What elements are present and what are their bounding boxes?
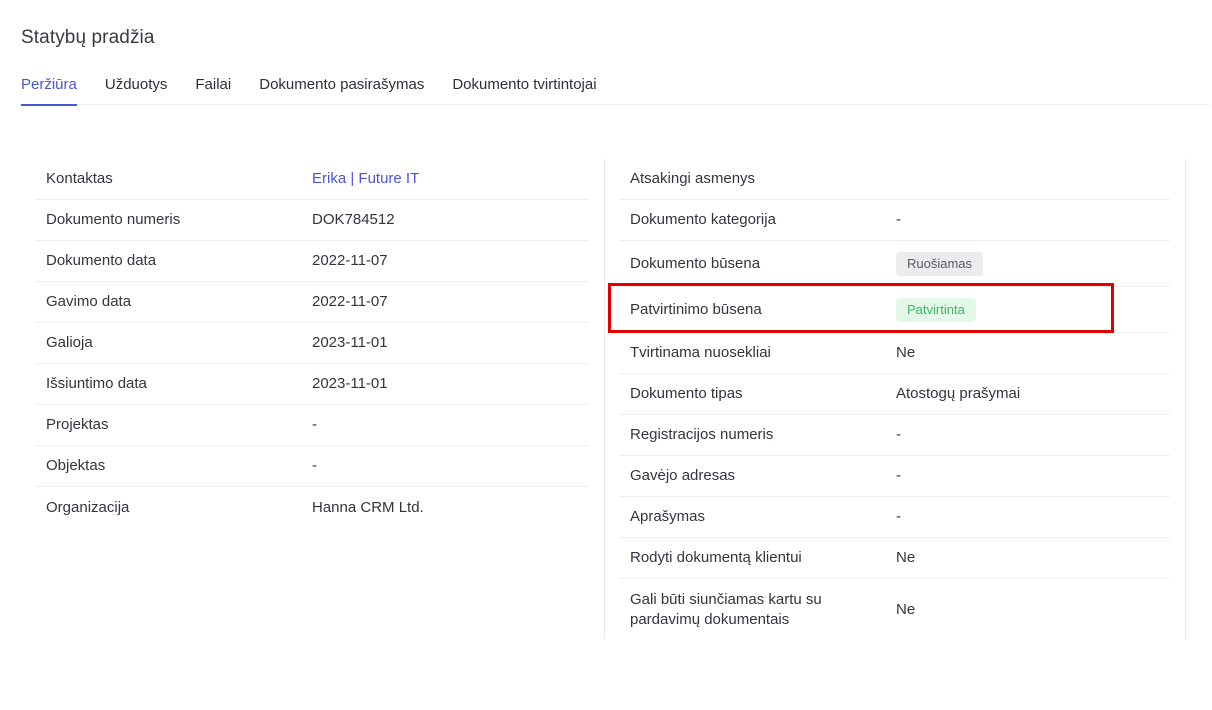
detail-label: Registracijos numeris	[630, 426, 774, 443]
detail-label: Kontaktas	[46, 170, 113, 187]
detail-row-dokumento-tipas: Dokumento tipas Atostogų prašymai	[620, 374, 1170, 415]
detail-label: Dokumento numeris	[46, 211, 181, 228]
tab-dokumento-pasirasymas[interactable]: Dokumento pasirašymas	[259, 75, 424, 105]
detail-label: Galioja	[46, 334, 93, 351]
page-title: Statybų pradžia	[21, 27, 155, 48]
detail-row-atsakingi-asmenys: Atsakingi asmenys	[620, 159, 1170, 200]
detail-label: Projektas	[46, 416, 109, 433]
detail-row-gali-buti-siunciamas: Gali būti siunčiamas kartu su pardavimų …	[620, 579, 1170, 640]
detail-row-dokumento-numeris: Dokumento numeris DOK784512	[36, 200, 588, 241]
detail-row-gavejo-adresas: Gavėjo adresas -	[620, 456, 1170, 497]
detail-label: Gali būti siunčiamas kartu su pardavimų …	[630, 590, 822, 628]
detail-label: Dokumento kategorija	[630, 211, 776, 228]
detail-value: -	[312, 416, 317, 433]
detail-label: Patvirtinimo būsena	[630, 300, 762, 318]
detail-value: Hanna CRM Ltd.	[312, 498, 424, 516]
details-left-panel: Kontaktas Erika | Future IT Dokumento nu…	[36, 159, 588, 528]
detail-row-registracijos-numeris: Registracijos numeris -	[620, 415, 1170, 456]
detail-label: Išsiuntimo data	[46, 375, 147, 392]
detail-label: Dokumento tipas	[630, 385, 743, 402]
detail-row-dokumento-kategorija: Dokumento kategorija -	[620, 200, 1170, 241]
detail-label: Rodyti dokumentą klientui	[630, 549, 802, 566]
detail-label: Gavimo data	[46, 293, 132, 310]
detail-label: Objektas	[46, 457, 106, 474]
detail-value: -	[896, 211, 901, 228]
detail-row-kontaktas: Kontaktas Erika | Future IT	[36, 159, 588, 200]
detail-label: Tvirtinama nuosekliai	[630, 344, 771, 361]
tab-perziura[interactable]: Peržiūra	[21, 75, 77, 106]
detail-value: Ne	[896, 344, 916, 361]
detail-row-rodyti-dokumenta-klientui: Rodyti dokumentą klientui Ne	[620, 538, 1170, 579]
detail-value: 2022-11-07	[312, 252, 388, 269]
detail-row-patvirtinimo-busena: Patvirtinimo būsena Patvirtinta	[620, 287, 1170, 333]
detail-row-tvirtinama-nuosekliai: Tvirtinama nuosekliai Ne	[620, 333, 1170, 374]
detail-row-issiuntimo-data: Išsiuntimo data 2023-11-01	[36, 364, 588, 405]
tab-failai[interactable]: Failai	[195, 75, 231, 105]
detail-value: -	[896, 467, 901, 484]
detail-row-organizacija: Organizacija Hanna CRM Ltd.	[36, 487, 588, 528]
detail-label: Gavėjo adresas	[630, 467, 736, 484]
approval-status-badge: Patvirtinta	[896, 297, 976, 322]
detail-row-objektas: Objektas -	[36, 446, 588, 487]
detail-row-gavimo-data: Gavimo data 2022-11-07	[36, 282, 588, 323]
detail-label: Aprašymas	[630, 508, 706, 525]
detail-value: -	[896, 426, 901, 443]
details-right-panel: Atsakingi asmenys Dokumento kategorija -…	[604, 159, 1186, 639]
tab-uzduotys[interactable]: Užduotys	[105, 75, 168, 105]
detail-row-aprasymas: Aprašymas -	[620, 497, 1170, 538]
detail-value: Ne	[896, 549, 916, 566]
detail-label: Atsakingi asmenys	[630, 170, 756, 187]
detail-value: 2023-11-01	[312, 334, 388, 351]
status-badge: Ruošiamas	[896, 251, 984, 276]
detail-row-dokumento-data: Dokumento data 2022-11-07	[36, 241, 588, 282]
detail-row-projektas: Projektas -	[36, 405, 588, 446]
detail-value: Atostogų prašymai	[896, 385, 1021, 402]
tab-dokumento-tvirtintojai[interactable]: Dokumento tvirtintojai	[452, 75, 596, 105]
detail-row-galioja: Galioja 2023-11-01	[36, 323, 588, 364]
detail-label: Organizacija	[46, 498, 130, 516]
detail-value: -	[896, 508, 901, 525]
contact-link[interactable]: Erika | Future IT	[312, 169, 419, 189]
detail-row-dokumento-busena: Dokumento būsena Ruošiamas	[620, 241, 1170, 287]
tab-bar: Peržiūra Užduotys Failai Dokumento pasir…	[21, 75, 1210, 106]
detail-value: DOK784512	[312, 211, 395, 228]
detail-value: 2023-11-01	[312, 375, 388, 392]
detail-label: Dokumento data	[46, 252, 157, 269]
detail-label: Dokumento būsena	[630, 254, 761, 272]
detail-value: Ne	[896, 600, 916, 618]
detail-value: 2022-11-07	[312, 293, 388, 310]
detail-value: -	[312, 457, 317, 474]
